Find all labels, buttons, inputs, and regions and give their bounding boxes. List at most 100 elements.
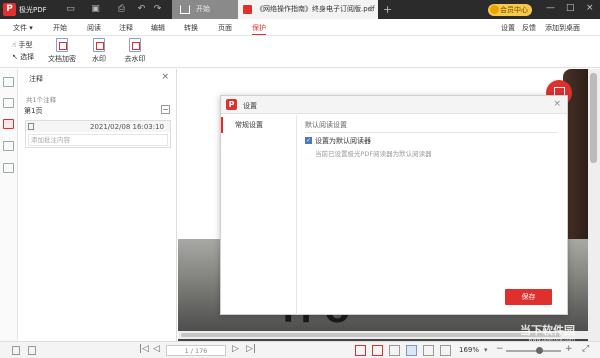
pdf-icon xyxy=(243,5,252,14)
page-number-input[interactable]: 1 / 176 xyxy=(166,345,226,356)
menu-read[interactable]: 阅读 xyxy=(87,23,101,33)
undo-icon[interactable]: ↶ xyxy=(136,4,147,15)
fullscreen-icon[interactable]: ⤢ xyxy=(582,344,589,354)
annotation-count: 共1个注释 xyxy=(26,96,57,104)
hand-tool-label: 手型 xyxy=(18,41,33,49)
panel-title: 注释 xyxy=(29,75,43,83)
collapse-icon[interactable]: − xyxy=(161,105,170,114)
annotation-page: 第1页 xyxy=(24,107,43,115)
vertical-scrollbar[interactable] xyxy=(588,69,600,341)
menu-add-to-desktop[interactable]: 添加到桌面 xyxy=(545,23,580,33)
save-icon[interactable]: ▣ xyxy=(90,4,101,15)
page-single-icon[interactable] xyxy=(12,346,20,355)
panel-close-icon[interactable]: × xyxy=(161,72,169,82)
note-icon xyxy=(28,123,34,130)
new-tab-icon[interactable]: + xyxy=(383,0,392,19)
watermark-button[interactable]: 水印 xyxy=(82,38,116,64)
horizontal-scroll-thumb[interactable] xyxy=(181,333,561,337)
tab-document[interactable]: 《网络操作指南》终身电子订阅版.pdf × xyxy=(238,0,378,19)
default-reader-checkbox[interactable]: ✓ xyxy=(305,137,312,144)
menu-file-label: 文件 xyxy=(13,24,27,32)
select-tool[interactable]: ↖ 选择 xyxy=(12,52,34,62)
fit-page-icon[interactable] xyxy=(355,345,366,356)
last-page-icon[interactable]: ▷| xyxy=(246,344,256,354)
nav-general-settings[interactable]: 常规设置 xyxy=(221,117,296,133)
encrypt-label: 文档加密 xyxy=(48,55,76,63)
first-page-icon[interactable]: |◁ xyxy=(139,344,149,354)
default-reader-hint: 当前已设置极光PDF阅读器为默认阅读器 xyxy=(315,150,432,158)
watermark-sub: www.downxia.com xyxy=(528,337,575,343)
print-icon[interactable]: ⎙ xyxy=(116,4,127,15)
redo-icon[interactable]: ↷ xyxy=(152,4,163,15)
next-page-icon[interactable]: ▷ xyxy=(232,344,239,354)
text-icon[interactable] xyxy=(3,163,14,173)
page-double-icon[interactable] xyxy=(28,346,36,355)
maximize-icon[interactable]: □ xyxy=(566,3,575,13)
zoom-out-icon[interactable]: − xyxy=(496,344,504,354)
annotation-comment-input[interactable]: 添加批注内容 xyxy=(28,134,168,146)
vertical-scroll-thumb[interactable] xyxy=(590,73,597,163)
tab-start[interactable]: 开始 × xyxy=(172,0,238,19)
settings-dialog: P 设置 × 常规设置 默认阅读设置 ✓ 设置为默认阅读器 当前已设置极光PDF… xyxy=(220,95,568,315)
select-tool-label: 选择 xyxy=(20,53,35,61)
menu-annotate[interactable]: 注释 xyxy=(119,23,133,33)
app-logo: P xyxy=(3,3,16,16)
fit-width-icon[interactable] xyxy=(372,345,383,356)
zoom-slider[interactable] xyxy=(506,350,561,352)
zoom-slider-handle[interactable] xyxy=(536,347,543,354)
section-title: 默认阅读设置 xyxy=(305,121,347,129)
save-button[interactable]: 保存 xyxy=(505,289,552,305)
watermark-icon xyxy=(93,38,105,52)
remove-watermark-icon xyxy=(129,38,141,52)
tab-start-label: 开始 xyxy=(196,5,210,13)
tab-document-label: 《网络操作指南》终身电子订阅版.pdf xyxy=(256,5,375,13)
zoom-dropdown-icon[interactable]: ▾ xyxy=(484,346,488,354)
annotation-header: 2021/02/08 16:03:10 xyxy=(26,121,170,132)
dialog-title: 设置 xyxy=(243,102,257,110)
close-window-icon[interactable]: × xyxy=(586,3,594,13)
watermark-label: 水印 xyxy=(92,55,106,63)
dialog-close-icon[interactable]: × xyxy=(553,99,561,109)
minimize-icon[interactable]: — xyxy=(546,3,555,13)
menu-feedback[interactable]: 反馈 xyxy=(522,23,536,33)
default-reader-label[interactable]: 设置为默认阅读器 xyxy=(315,136,371,146)
vip-center-button[interactable]: 会员中心 xyxy=(488,4,532,16)
status-bar: |◁ ◁ 1 / 176 ▷ ▷| 169% ▾ − + ⤢ xyxy=(0,341,600,358)
outline-icon[interactable] xyxy=(3,77,14,87)
thumbnail-icon[interactable] xyxy=(3,98,14,108)
hand-tool[interactable]: ☝ 手型 xyxy=(12,40,33,50)
menu-convert[interactable]: 转换 xyxy=(184,23,198,33)
open-folder-icon[interactable]: ▭ xyxy=(65,4,76,15)
double-view-icon[interactable] xyxy=(423,345,434,356)
menu-settings[interactable]: 设置 xyxy=(501,23,515,33)
continuous-view-icon[interactable] xyxy=(406,345,417,356)
toolbar: ☝ 手型 ↖ 选择 文档加密 水印 去水印 xyxy=(0,36,600,68)
zoom-level[interactable]: 169% xyxy=(459,346,479,354)
menu-edit[interactable]: 编辑 xyxy=(151,23,165,33)
encrypt-icon xyxy=(56,38,68,52)
dialog-content: 默认阅读设置 ✓ 设置为默认阅读器 当前已设置极光PDF阅读器为默认阅读器 保存 xyxy=(298,115,567,315)
annotation-item[interactable]: 2021/02/08 16:03:10 添加批注内容 xyxy=(25,120,171,148)
vip-label: 会员中心 xyxy=(500,6,528,14)
annotation-panel: 注释 × 共1个注释 第1页 − 2021/02/08 16:03:10 添加批… xyxy=(18,69,177,341)
section-divider xyxy=(305,132,557,133)
single-view-icon[interactable] xyxy=(389,345,400,356)
menu-page[interactable]: 页面 xyxy=(218,23,232,33)
remove-watermark-label: 去水印 xyxy=(124,55,146,63)
tab-document-close-icon[interactable]: × xyxy=(367,0,374,19)
prev-page-icon[interactable]: ◁ xyxy=(153,344,160,354)
menu-protect[interactable]: 保护 xyxy=(252,23,266,35)
menu-file[interactable]: 文件 ▾ xyxy=(13,23,33,33)
search-panel-icon[interactable] xyxy=(3,141,14,151)
encrypt-button[interactable]: 文档加密 xyxy=(45,38,79,64)
tab-start-close-icon[interactable]: × xyxy=(227,0,234,19)
menu-bar: 文件 ▾ 开始 阅读 注释 编辑 转换 页面 保护 设置 反馈 添加到桌面 xyxy=(0,19,600,36)
site-watermark: 当下软件园 www.downxia.com xyxy=(520,322,575,343)
zoom-in-icon[interactable]: + xyxy=(565,344,573,354)
menu-start[interactable]: 开始 xyxy=(53,23,67,33)
annotation-icon[interactable] xyxy=(3,119,14,129)
remove-watermark-button[interactable]: 去水印 xyxy=(118,38,152,64)
dialog-logo: P xyxy=(226,99,237,110)
dialog-header: P 设置 × xyxy=(221,96,567,114)
book-view-icon[interactable] xyxy=(440,345,451,356)
